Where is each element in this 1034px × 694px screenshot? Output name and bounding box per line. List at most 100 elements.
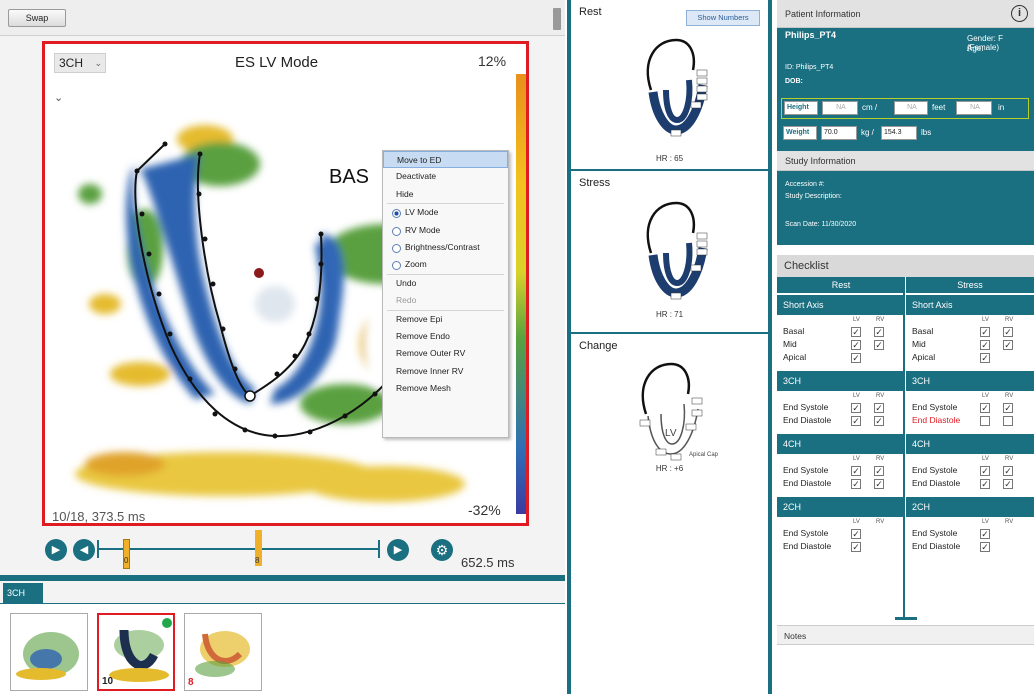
rv-checkbox[interactable]: ✓ [1003,340,1013,350]
height-inch-input[interactable]: NA [956,101,992,115]
lbs-label: lbs [921,128,932,137]
lv-column-label: LV [853,393,860,399]
panel-grip-handle[interactable] [553,8,561,30]
lv-checkbox[interactable]: ✓ [980,327,990,337]
checklist-header[interactable]: Checklist [777,255,1034,277]
rv-checkbox[interactable]: ✓ [874,340,884,350]
lv-checkbox[interactable]: ✓ [851,542,861,552]
rv-checkbox[interactable] [1003,416,1013,426]
apical-cap-label: Apical Cap [689,452,719,458]
weight-kg-input[interactable]: 70.0 [821,126,857,140]
panel-title: Stress [579,177,611,189]
rv-checkbox[interactable]: ✓ [874,416,884,426]
checklist-section-header: 4CH [906,434,1034,454]
rv-checkbox[interactable]: ✓ [1003,327,1013,337]
in-label: in [998,103,1005,112]
lv-checkbox[interactable]: ✓ [851,327,861,337]
panel-title: Rest [579,6,602,18]
checklist-row-label: End Systole [912,528,958,538]
rv-column-label: RV [1005,456,1014,462]
patient-dob: DOB: [785,78,803,85]
rv-column-label: RV [1005,393,1014,399]
lv-checkbox[interactable]: ✓ [980,466,990,476]
lv-checkbox[interactable]: ✓ [980,403,990,413]
timeline-track[interactable] [99,548,378,550]
step-back-icon[interactable]: ◀ [73,539,95,561]
menu-item-hide[interactable]: Hide [383,186,508,203]
expand-chevron-icon[interactable]: ⌄ [54,91,63,104]
kg-label: kg / [861,128,874,137]
lv-checkbox[interactable]: ✓ [980,479,990,489]
menu-item-lv-mode[interactable]: LV Mode [383,204,508,221]
panel-title: Change [579,340,618,352]
lv-column-label: LV [853,456,860,462]
menu-item-redo: Redo [396,295,417,306]
weight-lbs-input[interactable]: 154.3 [881,126,917,140]
menu-item-remove-outer-rv[interactable]: Remove Outer RV [383,345,508,362]
timeline-current-marker[interactable]: 8 [255,530,262,566]
thumbnail-number: 8 [188,677,194,688]
settings-gear-icon[interactable]: ⚙ [431,539,453,561]
thumbnail[interactable]: 8 [184,613,262,691]
menu-item-remove-mesh[interactable]: Remove Mesh [383,380,508,397]
info-icon[interactable]: i [1011,5,1028,22]
study-info-header: Study Information [777,151,1034,171]
scale-max-label: 12% [478,53,507,69]
lv-checkbox[interactable]: ✓ [851,416,861,426]
thumbnail-image [195,631,250,677]
rv-checkbox[interactable]: ✓ [874,466,884,476]
menu-item-remove-endo[interactable]: Remove Endo [383,328,508,345]
lv-checkbox[interactable]: ✓ [980,542,990,552]
notes-resize-handle[interactable] [895,617,917,620]
checklist-row-label: End Diastole [912,541,961,551]
rv-checkbox[interactable]: ✓ [1003,479,1013,489]
menu-item-remove-epi[interactable]: Remove Epi [383,311,508,328]
menu-item-move-to-ed[interactable]: Move to ED [383,151,508,169]
thumbnail-number: 10 [102,676,114,687]
lv-checkbox[interactable]: ✓ [851,353,861,363]
lv-checkbox[interactable] [980,416,990,426]
checklist-column-title: Rest [777,277,905,293]
height-label: Height [784,101,818,115]
thumbnail[interactable] [10,613,88,691]
rv-checkbox[interactable]: ✓ [874,403,884,413]
thumbnail-selected[interactable]: 10 [97,613,175,691]
view-select[interactable]: 3CH ⌄ [54,53,106,73]
lv-checkbox[interactable]: ✓ [980,529,990,539]
lv-checkbox[interactable]: ✓ [851,479,861,489]
menu-item-brightness-contrast[interactable]: Brightness/Contrast [383,239,508,256]
lv-checkbox[interactable]: ✓ [851,529,861,539]
step-forward-icon[interactable]: ▶ [387,539,409,561]
cm-label: cm / [862,103,878,112]
rv-checkbox[interactable]: ✓ [1003,466,1013,476]
checklist-row-label: End Systole [912,402,958,412]
play-icon[interactable]: ▶ [45,539,67,561]
notes-header[interactable]: Notes [777,625,1034,645]
menu-item-deactivate[interactable]: Deactivate [383,168,508,185]
checklist-row-label: End Systole [783,402,829,412]
show-numbers-button[interactable]: Show Numbers [686,10,760,26]
lv-checkbox[interactable]: ✓ [980,340,990,350]
patient-info-header: Patient Information i [777,0,1034,28]
height-cm-input[interactable]: NA [822,101,858,115]
thumbnail-tab[interactable]: 3CH [3,583,43,603]
menu-item-zoom[interactable]: Zoom [383,256,508,273]
rv-checkbox[interactable]: ✓ [1003,403,1013,413]
rv-checkbox[interactable]: ✓ [874,479,884,489]
menu-item-remove-inner-rv[interactable]: Remove Inner RV [383,363,508,380]
menu-item-undo[interactable]: Undo [383,275,508,292]
timeline-start-marker[interactable]: 0 [123,539,130,569]
patient-age: Age: [967,44,984,53]
height-feet-input[interactable]: NA [894,101,928,115]
rv-checkbox[interactable]: ✓ [874,327,884,337]
swap-button[interactable]: Swap [8,9,66,27]
lv-checkbox[interactable]: ✓ [851,340,861,350]
menu-item-rv-mode[interactable]: RV Mode [383,222,508,239]
lv-column-label: LV [982,519,989,525]
lv-checkbox[interactable]: ✓ [851,403,861,413]
lv-checkbox[interactable]: ✓ [980,353,990,363]
chevron-down-icon: ⌄ [94,58,102,68]
thumbnail-divider[interactable] [0,575,565,581]
patient-name: Philips_PT4 [785,30,837,40]
lv-checkbox[interactable]: ✓ [851,466,861,476]
